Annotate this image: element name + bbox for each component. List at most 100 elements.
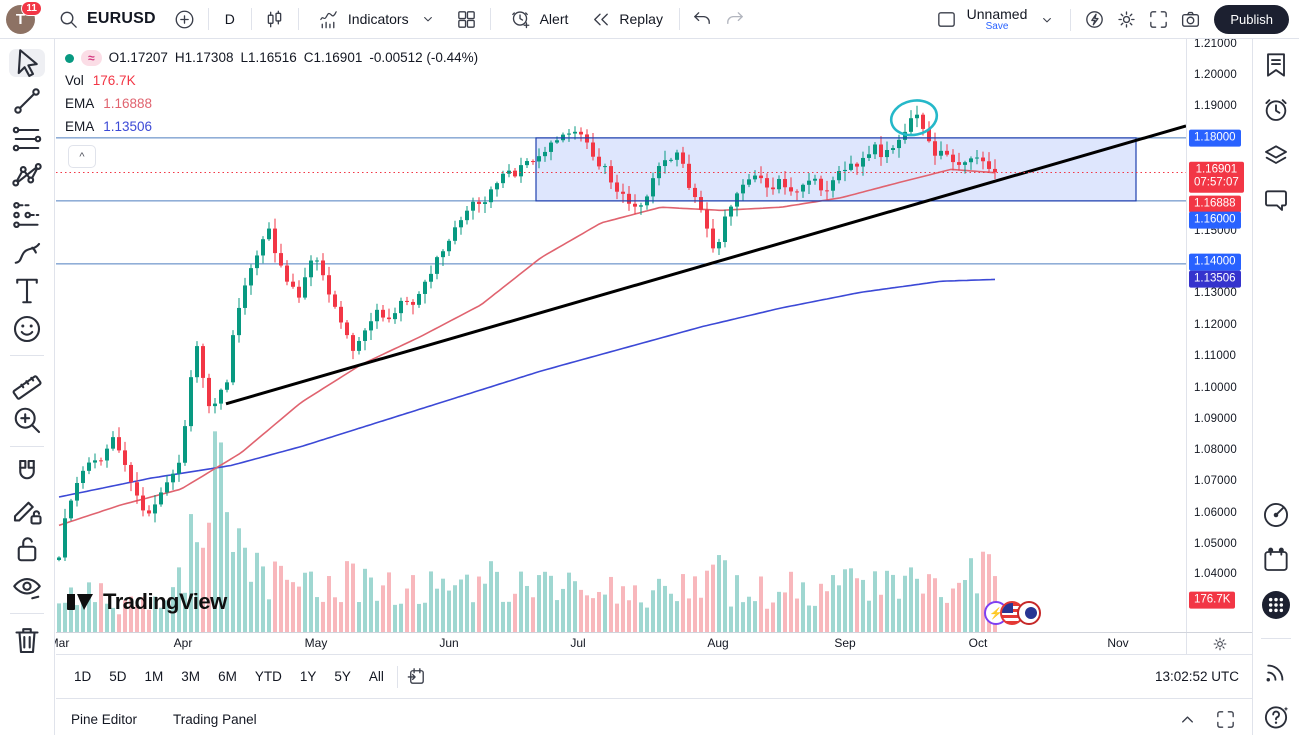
text-tool-icon[interactable]	[9, 277, 45, 305]
chart-type-icon[interactable]	[261, 5, 289, 33]
chart-legend: ≈ O1.17207H1.17308L1.16516C1.16901-0.005…	[65, 47, 485, 139]
approx-data-badge: ≈	[81, 50, 102, 66]
radar-icon[interactable]	[1260, 501, 1292, 529]
time-tick: Sep	[834, 636, 855, 650]
fib-tool-icon[interactable]	[9, 125, 45, 153]
price-axis[interactable]: 1.210001.200001.190001.150001.130001.120…	[1186, 39, 1253, 632]
chart-canvas[interactable]: ≈ O1.17207H1.17308L1.16516C1.16901-0.005…	[56, 39, 1186, 632]
tradingview-app: T 11 EURUSD D Indicators	[0, 0, 1299, 735]
interval-button[interactable]: D	[218, 7, 242, 31]
go-to-date-icon[interactable]	[403, 663, 431, 691]
ohlc-low: L1.16516	[240, 50, 296, 65]
snapshot-camera-icon[interactable]	[1176, 6, 1204, 34]
axis-settings-gear-icon[interactable]	[1186, 633, 1253, 655]
indicators-button[interactable]: Indicators	[308, 1, 449, 37]
panel-maximize-icon[interactable]	[1211, 705, 1239, 733]
search-icon	[54, 5, 82, 33]
indicators-icon	[315, 5, 343, 33]
timeframe-ytd[interactable]: YTD	[247, 664, 290, 689]
price-badge: 1.13506	[1189, 271, 1241, 288]
edit-lock-tool-icon[interactable]	[9, 497, 45, 525]
price-tick: 1.11000	[1194, 350, 1236, 362]
symbol-name: EURUSD	[87, 10, 156, 28]
time-tick: Jun	[439, 636, 458, 650]
trash-tool-icon[interactable]	[9, 626, 45, 654]
settings-gear-icon[interactable]	[1112, 6, 1140, 34]
time-axis[interactable]: MarAprMayJunJulAugSepOctNov	[56, 632, 1253, 655]
publish-button[interactable]: Publish	[1214, 5, 1289, 34]
alarm-icon[interactable]	[1260, 96, 1292, 124]
layout-select-icon[interactable]	[933, 6, 961, 34]
price-badge: 176.7K	[1189, 592, 1235, 609]
magnet-tool-icon[interactable]	[9, 459, 45, 487]
replay-button[interactable]: Replay	[579, 1, 670, 37]
indicator-templates-icon[interactable]	[453, 5, 481, 33]
divider	[298, 8, 299, 30]
pattern-tool-icon[interactable]	[9, 163, 45, 191]
ohlc-close: C1.16901	[304, 50, 363, 65]
chevron-down-icon	[414, 5, 442, 33]
forecast-tool-icon[interactable]	[9, 201, 45, 229]
divider	[1261, 638, 1291, 639]
chat-icon[interactable]	[1260, 186, 1292, 214]
calendar-icon[interactable]	[1260, 546, 1292, 574]
timeframe-all[interactable]: All	[361, 664, 392, 689]
save-link[interactable]: Save	[986, 22, 1009, 33]
user-avatar[interactable]: T 11	[6, 5, 35, 34]
ohlc-high: H1.17308	[175, 50, 234, 65]
price-tick: 1.07000	[1194, 475, 1237, 487]
signal-icon[interactable]	[1260, 658, 1292, 686]
price-tick: 1.20000	[1194, 69, 1237, 81]
timeframe-1m[interactable]: 1M	[137, 664, 172, 689]
watermark-text: TradingView	[103, 589, 227, 615]
price-tick: 1.08000	[1194, 444, 1237, 456]
layout-name-button[interactable]: Unnamed Save	[967, 7, 1028, 32]
quick-actions-icon[interactable]	[1080, 6, 1108, 34]
watchlist-icon[interactable]	[1260, 51, 1292, 79]
emoji-tool-icon[interactable]	[9, 315, 45, 343]
layers-icon[interactable]	[1260, 141, 1292, 169]
price-tick: 1.05000	[1194, 538, 1237, 550]
brush-tool-icon[interactable]	[9, 239, 45, 267]
help-icon[interactable]	[1260, 703, 1292, 731]
grid-dots-icon[interactable]	[1260, 591, 1292, 619]
tradingview-watermark: TradingView	[66, 589, 227, 615]
symbol-search-button[interactable]: EURUSD	[47, 1, 167, 37]
timeframe-1y[interactable]: 1Y	[292, 664, 325, 689]
indicators-label: Indicators	[348, 11, 409, 27]
time-tick: Jul	[570, 636, 585, 650]
layout-name: Unnamed	[967, 7, 1028, 22]
ruler-tool-icon[interactable]	[9, 368, 45, 396]
price-tick: 1.10000	[1194, 382, 1237, 394]
ema-fast-value: 1.16888	[103, 93, 152, 116]
lock-tool-icon[interactable]	[9, 535, 45, 563]
legend-collapse-button[interactable]: ^	[68, 145, 96, 168]
timeframe-6m[interactable]: 6M	[210, 664, 245, 689]
timeframe-5d[interactable]: 5D	[101, 664, 134, 689]
time-tick: Nov	[1107, 636, 1128, 650]
time-tick: Aug	[707, 636, 728, 650]
footer-trading-panel[interactable]: Trading Panel	[173, 712, 257, 727]
fullscreen-icon[interactable]	[1144, 6, 1172, 34]
undo-icon[interactable]	[689, 5, 717, 33]
layout-chevron-icon[interactable]	[1033, 6, 1061, 34]
eye-tool-icon[interactable]	[9, 573, 45, 601]
compare-add-icon[interactable]	[171, 5, 199, 33]
redo-icon[interactable]	[721, 5, 749, 33]
divider	[1070, 9, 1071, 31]
alert-button[interactable]: Alert	[500, 1, 576, 37]
trendline-tool-icon[interactable]	[9, 87, 45, 115]
drawing-toolbar	[0, 39, 55, 735]
footer-pine-editor[interactable]: Pine Editor	[71, 712, 137, 727]
alert-icon	[507, 5, 535, 33]
ema-fast-label: EMA	[65, 93, 94, 116]
legend-volume-row: Vol 176.7K	[65, 70, 485, 93]
clock-utc[interactable]: 13:02:52 UTC	[1155, 669, 1239, 684]
timeframe-5y[interactable]: 5Y	[326, 664, 359, 689]
cursor-tool-icon[interactable]	[9, 49, 45, 77]
zoom-in-tool-icon[interactable]	[9, 406, 45, 434]
bottom-toolbar: 1D5D1M3M6MYTD1Y5YAll 13:02:52 UTC	[56, 654, 1253, 698]
timeframe-3m[interactable]: 3M	[173, 664, 208, 689]
timeframe-1d[interactable]: 1D	[66, 664, 99, 689]
panel-expand-icon[interactable]	[1173, 705, 1201, 733]
